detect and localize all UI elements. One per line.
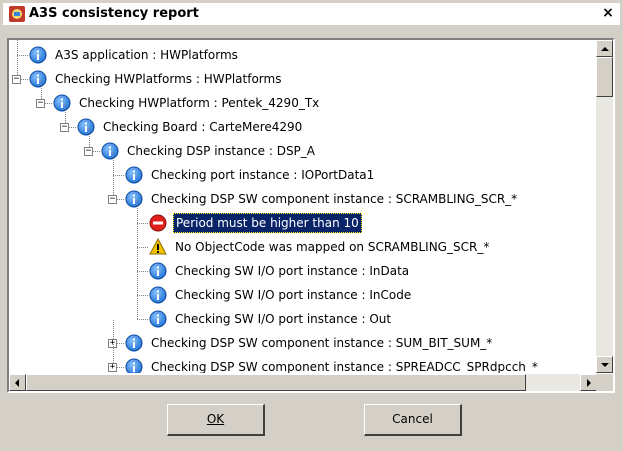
tree-row[interactable]: Checking SW I/O port instance : Out	[9, 296, 597, 330]
tree-connector	[113, 152, 114, 175]
ok-button-label: OK	[206, 412, 225, 426]
ok-button[interactable]: OK	[167, 404, 265, 436]
tree-row[interactable]: Period must be higher than 10	[9, 200, 597, 234]
tree-row[interactable]: A3S application : HWPlatforms	[9, 40, 597, 66]
tree-row[interactable]: − Checking DSP instance : DSP_A	[9, 128, 597, 162]
tree-row-label-selected: Period must be higher than 10	[173, 213, 362, 233]
info-icon	[29, 46, 47, 64]
tree-connector	[137, 272, 138, 295]
title-bar[interactable]: A3S consistency report ×	[3, 3, 620, 26]
scrollbar-corner	[596, 374, 613, 391]
tree-row-label: Checking port instance : IOPortData1	[151, 168, 375, 182]
tree-row-label: Checking SW I/O port instance : InData	[175, 264, 410, 278]
tree-viewport: A3S application : HWPlatforms − Checking H…	[9, 40, 597, 373]
collapse-icon[interactable]: −	[84, 147, 93, 156]
scroll-up-button[interactable]	[596, 40, 613, 57]
tree-connector	[137, 223, 148, 224]
info-icon	[149, 286, 167, 304]
tree-connector	[137, 248, 138, 271]
info-icon	[125, 190, 143, 208]
info-icon	[149, 262, 167, 280]
tree-row-label: Checking DSP SW component instance : SUM…	[151, 336, 493, 350]
tree-row[interactable]: No ObjectCode was mapped on SCRAMBLING_S…	[9, 224, 597, 258]
tree-row-label: Checking DSP instance : DSP_A	[127, 144, 316, 158]
tree-row[interactable]: + Checking DSP SW component instance : SU…	[9, 320, 597, 354]
arrow-down-icon	[601, 363, 609, 367]
info-icon	[101, 142, 119, 160]
tree-connector	[137, 200, 138, 223]
tree-row[interactable]: Checking SW I/O port instance : InData	[9, 248, 597, 282]
collapse-icon[interactable]: −	[60, 123, 69, 132]
tree-connector	[137, 295, 148, 296]
scroll-left-button[interactable]	[9, 374, 26, 391]
scroll-down-button[interactable]	[596, 356, 613, 373]
warning-icon	[149, 237, 167, 256]
cancel-button[interactable]: Cancel	[364, 404, 462, 436]
arrow-right-icon	[587, 379, 591, 387]
tree-row-label: Checking DSP SW component instance : SPR…	[151, 360, 538, 373]
tree-connector	[137, 319, 148, 320]
tree-row-label: Checking HWPlatform : Pentek_4290_Tx	[79, 96, 320, 110]
scroll-right-button[interactable]	[580, 374, 597, 391]
info-icon	[125, 358, 143, 373]
tree-row[interactable]: Checking SW I/O port instance : InCode	[9, 272, 597, 306]
tree-row-label: No ObjectCode was mapped on SCRAMBLING_S…	[175, 240, 490, 254]
tree-connector	[137, 224, 138, 247]
report-tree[interactable]: A3S application : HWPlatforms − Checking H…	[7, 38, 615, 393]
app-icon	[9, 6, 25, 22]
window-title: A3S consistency report	[29, 6, 199, 21]
tree-row-label: Checking DSP SW component instance : SCR…	[151, 192, 518, 206]
tree-row[interactable]: − Checking HWPlatforms : HWPlatforms	[9, 56, 597, 90]
info-icon	[125, 166, 143, 184]
collapse-icon[interactable]: −	[36, 99, 45, 108]
expand-icon[interactable]: +	[108, 363, 117, 372]
tree-row[interactable]: − Checking HWPlatform : Pentek_4290_Tx	[9, 80, 597, 114]
arrow-up-icon	[601, 47, 609, 51]
tree-row-label: Checking SW I/O port instance : InCode	[175, 288, 412, 302]
tree-row-label: Checking HWPlatforms : HWPlatforms	[55, 72, 282, 86]
tree-row[interactable]: + Checking DSP SW component instance : SP…	[9, 344, 597, 373]
info-icon	[77, 118, 95, 136]
tree-connector	[17, 40, 18, 55]
info-icon	[149, 310, 167, 328]
collapse-icon[interactable]: −	[108, 195, 117, 204]
cancel-button-label: Cancel	[392, 412, 433, 426]
close-button[interactable]: ×	[600, 6, 616, 22]
tree-connector	[17, 55, 28, 56]
tree-row[interactable]: Checking port instance : IOPortData1	[9, 152, 597, 186]
vertical-scrollbar[interactable]	[596, 40, 613, 373]
arrow-left-icon	[15, 379, 19, 387]
tree-connector	[137, 271, 148, 272]
tree-row[interactable]: − Checking DSP SW component instance : SC…	[9, 176, 597, 210]
tree-connector	[137, 247, 148, 248]
tree-row[interactable]: − Checking Board : CarteMere4290	[9, 104, 597, 138]
info-icon	[125, 334, 143, 352]
info-icon	[53, 94, 71, 112]
horizontal-scrollbar[interactable]	[9, 374, 597, 391]
tree-connector	[137, 296, 138, 319]
tree-row-label: A3S application : HWPlatforms	[55, 48, 238, 62]
consistency-report-dialog: A3S consistency report × A3S application…	[0, 0, 623, 451]
collapse-icon[interactable]: −	[12, 75, 21, 84]
horizontal-scroll-thumb[interactable]	[26, 374, 526, 391]
tree-row-label: Checking SW I/O port instance : Out	[175, 312, 392, 326]
error-icon	[149, 214, 167, 232]
info-icon	[29, 70, 47, 88]
vertical-scroll-thumb[interactable]	[596, 57, 613, 97]
tree-row-label: Checking Board : CarteMere4290	[103, 120, 303, 134]
tree-connector	[113, 175, 124, 176]
